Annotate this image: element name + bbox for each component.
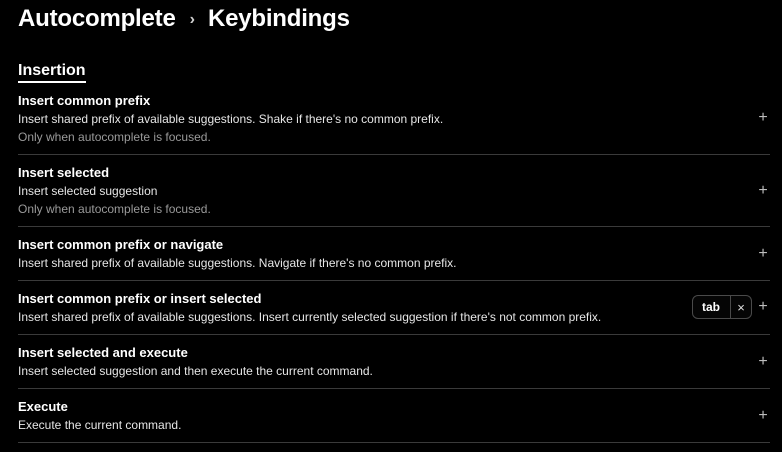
keybinding-row-insert-common-prefix: Insert common prefix Insert shared prefi…	[18, 82, 770, 155]
add-keybinding-icon[interactable]: +	[756, 299, 770, 315]
breadcrumb-parent[interactable]: Autocomplete	[18, 5, 176, 33]
keybinding-title: Insert selected and execute	[18, 345, 188, 360]
keybinding-description: Insert selected suggestion and then exec…	[18, 364, 373, 378]
section-title: Insertion	[18, 61, 86, 83]
keybinding-row-execute: Execute Execute the current command. +	[18, 389, 770, 443]
keybinding-description: Insert shared prefix of available sugges…	[18, 310, 602, 324]
keybinding-title: Insert common prefix or insert selected	[18, 291, 262, 306]
breadcrumb: Autocomplete › Keybindings	[18, 4, 350, 34]
page-title: Keybindings	[207, 5, 350, 32]
keybinding-description: Insert shared prefix of available sugges…	[18, 112, 444, 126]
keybinding-description: Insert selected suggestion	[18, 184, 158, 198]
keybinding-title: Insert selected	[18, 165, 110, 180]
remove-keybinding-icon[interactable]: ×	[731, 296, 751, 318]
keybinding-row-insert-selected: Insert selected Insert selected suggesti…	[18, 155, 770, 227]
keybinding-condition: Only when autocomplete is focused.	[18, 130, 211, 144]
chevron-right-icon: ›	[189, 11, 195, 28]
add-keybinding-icon[interactable]: +	[756, 183, 770, 199]
keybinding-row-insert-common-prefix-or-navigate: Insert common prefix or navigate Insert …	[18, 227, 770, 281]
keybinding-description: Insert shared prefix of available sugges…	[18, 256, 457, 270]
keybinding-title: Execute	[18, 399, 68, 414]
keybinding-title: Insert common prefix or navigate	[18, 237, 224, 252]
keybinding-condition: Only when autocomplete is focused.	[18, 202, 211, 216]
keybinding-key[interactable]: tab	[693, 296, 731, 318]
add-keybinding-icon[interactable]: +	[756, 408, 770, 424]
keybinding-chip[interactable]: tab ×	[692, 295, 752, 319]
keybinding-description: Execute the current command.	[18, 418, 182, 432]
keybinding-title: Insert common prefix	[18, 93, 151, 108]
add-keybinding-icon[interactable]: +	[756, 246, 770, 262]
keybinding-list: Insert common prefix Insert shared prefi…	[18, 82, 770, 443]
keybinding-row-insert-common-prefix-or-insert-selected: Insert common prefix or insert selected …	[18, 281, 770, 335]
add-keybinding-icon[interactable]: +	[756, 110, 770, 126]
keybinding-row-insert-selected-and-execute: Insert selected and execute Insert selec…	[18, 335, 770, 389]
add-keybinding-icon[interactable]: +	[756, 354, 770, 370]
